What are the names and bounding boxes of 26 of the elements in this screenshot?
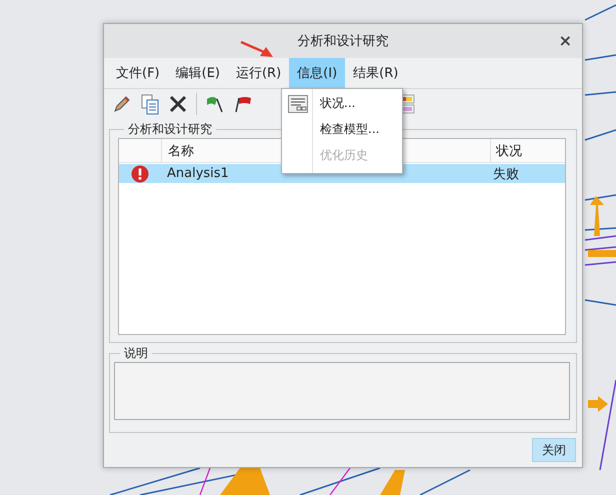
delete-icon[interactable]	[168, 94, 188, 114]
menu-item[interactable]: 文件(F)	[108, 58, 168, 88]
beam-drawing	[380, 470, 405, 495]
beam-drawing	[588, 250, 616, 257]
pencil-icon[interactable]	[112, 94, 132, 114]
menu-item[interactable]: 运行(R)	[228, 58, 290, 88]
menu-entry[interactable]: 状况...	[282, 91, 402, 117]
flag-icon[interactable]	[205, 94, 225, 114]
window-title: 分析和设计研究	[298, 33, 388, 50]
load-arrow-drawing	[588, 396, 608, 412]
load-arrow-drawing	[590, 196, 604, 236]
error-icon	[131, 164, 149, 182]
column-header[interactable]: 状况	[490, 139, 565, 162]
study-status: 失败	[493, 166, 519, 182]
flag-icon[interactable]	[233, 94, 253, 114]
menu-item[interactable]: 结果(R)	[345, 58, 406, 88]
close-button[interactable]: ×	[554, 31, 576, 50]
group-title: 分析和设计研究	[127, 121, 213, 138]
close-button[interactable]: 关闭	[532, 438, 576, 462]
menu-item[interactable]: 信息(I)	[289, 58, 346, 88]
menu-item[interactable]: 编辑(E)	[168, 58, 228, 88]
description-field[interactable]	[114, 362, 570, 420]
annotation-arrow	[240, 40, 274, 58]
copy-icon[interactable]	[140, 93, 160, 115]
group-title: 说明	[123, 345, 149, 362]
study-name: Analysis1	[167, 166, 229, 181]
